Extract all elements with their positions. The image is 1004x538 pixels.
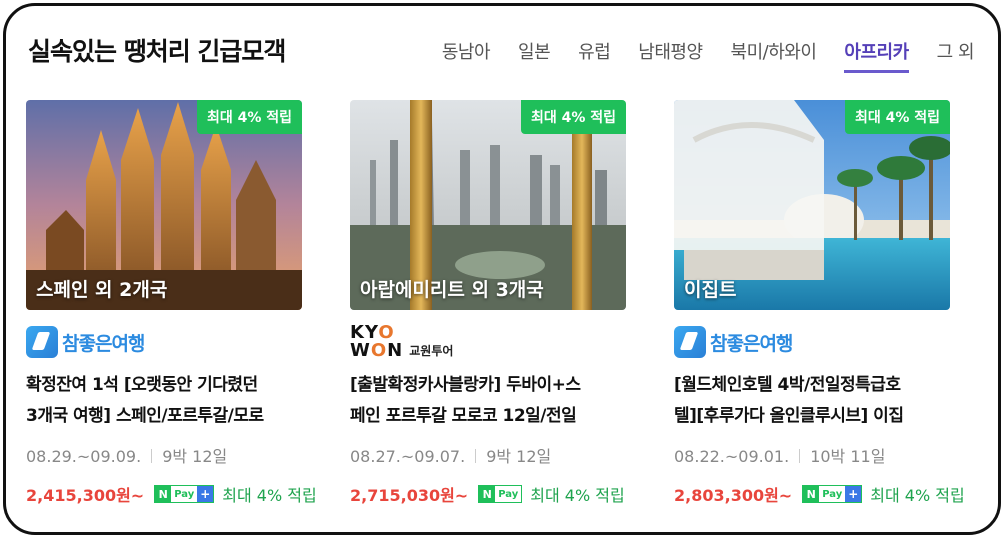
travel-dates: 08.22.~09.01. 10박 11일 <box>674 443 885 467</box>
vendor-logo: 참좋은여행 <box>26 322 145 362</box>
deal-card[interactable]: 최대 4% 적립 이집트 참좋은여행 [월드체인호텔 4박/전일정특급호 텔][… <box>674 100 965 520</box>
reward-badge: 최대 4% 적립 <box>520 100 626 134</box>
trip-duration: 10박 11일 <box>810 447 886 466</box>
deal-title[interactable]: [출발확정카사블랑카] 두바이+스 페인 포르투갈 모로코 12일/전일 <box>350 370 650 432</box>
deal-card[interactable]: 최대 4% 적립 아랍에미리트 외 3개국 KYO WON 교원투어 [출발확정… <box>350 100 626 520</box>
trip-duration: 9박 12일 <box>162 447 228 466</box>
date-range: 08.27.~09.07. <box>350 447 466 466</box>
pay-label: Pay <box>174 488 195 500</box>
naver-pay-badge: N Pay + <box>802 485 863 503</box>
pay-label: Pay <box>822 488 843 500</box>
pay-label: Pay <box>498 488 519 500</box>
price: 2,803,300원~ <box>674 486 793 505</box>
deal-title-line: [출발확정카사블랑카] 두바이+스 <box>350 375 581 395</box>
divider <box>475 449 477 463</box>
vendor-name: 참좋은여행 <box>62 332 145 355</box>
naver-pay-badge: N Pay + <box>154 485 215 503</box>
reward-badge: 최대 4% 적립 <box>196 100 302 134</box>
price-row: 2,803,300원~ N Pay + 최대 4% 적립 <box>674 482 965 506</box>
date-range: 08.22.~09.01. <box>674 447 790 466</box>
naver-n-icon: N <box>803 486 820 502</box>
tab-south-pacific[interactable]: 남태평양 <box>638 38 703 73</box>
vendor-name: 참좋은여행 <box>710 332 793 355</box>
travel-dates: 08.27.~09.07. 9박 12일 <box>350 443 551 467</box>
destination-label: 이집트 <box>684 279 737 301</box>
deals-panel: 실속있는 땡처리 긴급모객 동남아 일본 유럽 남태평양 북미/하와이 아프리카… <box>3 3 1001 535</box>
panel-title: 실속있는 땡처리 긴급모객 <box>28 37 286 66</box>
naver-n-icon: N <box>479 486 496 502</box>
region-tabs: 동남아 일본 유럽 남태평양 북미/하와이 아프리카 그 외 <box>414 38 975 73</box>
naver-pay-badge: N Pay + <box>478 485 523 503</box>
deal-title-line: 확정잔여 1석 [오랫동안 기다렸던 <box>26 375 258 395</box>
deal-title[interactable]: [월드체인호텔 4박/전일정특급호 텔][후루가다 올인클루시브] 이집 <box>674 370 974 432</box>
reward-text: 최대 4% 적립 <box>530 486 625 505</box>
naver-n-icon: N <box>155 486 172 502</box>
destination-label: 스페인 외 2개국 <box>36 279 168 301</box>
deal-thumbnail[interactable]: 최대 4% 적립 이집트 <box>674 100 950 310</box>
plus-icon: + <box>197 486 214 502</box>
trip-duration: 9박 12일 <box>486 447 552 466</box>
tab-southeast-asia[interactable]: 동남아 <box>442 38 491 73</box>
tab-other[interactable]: 그 외 <box>937 38 975 73</box>
deal-card[interactable]: 최대 4% 적립 스페인 외 2개국 참좋은여행 확정잔여 1석 [오랫동안 기… <box>26 100 317 520</box>
deal-title-line: [월드체인호텔 4박/전일정특급호 <box>674 375 901 395</box>
reward-badge: 최대 4% 적립 <box>844 100 950 134</box>
deal-thumbnail[interactable]: 최대 4% 적립 아랍에미리트 외 3개국 <box>350 100 626 310</box>
tab-north-america-hawaii[interactable]: 북미/하와이 <box>731 38 817 73</box>
travel-dates: 08.29.~09.09. 9박 12일 <box>26 443 227 467</box>
vendor-name: 교원투어 <box>409 343 454 358</box>
plus-icon: + <box>845 486 862 502</box>
reward-text: 최대 4% 적립 <box>222 486 317 505</box>
panel-header: 실속있는 땡처리 긴급모객 동남아 일본 유럽 남태평양 북미/하와이 아프리카… <box>28 32 975 73</box>
price: 2,715,030원~ <box>350 486 469 505</box>
kyowon-logo-bottom: WON <box>350 340 404 361</box>
date-range: 08.29.~09.09. <box>26 447 142 466</box>
price-row: 2,415,300원~ N Pay + 최대 4% 적립 <box>26 482 317 506</box>
reward-text: 최대 4% 적립 <box>870 486 965 505</box>
price-row: 2,715,030원~ N Pay + 최대 4% 적립 <box>350 482 625 506</box>
kyowon-logo-icon: KYO WON <box>350 324 403 360</box>
price: 2,415,300원~ <box>26 486 145 505</box>
chamjoeun-logo-icon <box>674 326 706 358</box>
tab-europe[interactable]: 유럽 <box>578 38 611 73</box>
deal-thumbnail[interactable]: 최대 4% 적립 스페인 외 2개국 <box>26 100 302 310</box>
tab-africa[interactable]: 아프리카 <box>844 38 909 73</box>
deal-title-line: 3개국 여행] 스페인/포르투갈/모로 <box>26 406 264 426</box>
destination-label: 아랍에미리트 외 3개국 <box>360 279 544 301</box>
divider <box>151 449 153 463</box>
vendor-logo: 참좋은여행 <box>674 322 793 362</box>
deal-title[interactable]: 확정잔여 1석 [오랫동안 기다렸던 3개국 여행] 스페인/포르투갈/모로 <box>26 370 326 432</box>
deal-title-line: 텔][후루가다 올인클루시브] 이집 <box>674 406 904 426</box>
tab-japan[interactable]: 일본 <box>518 38 551 73</box>
divider <box>799 449 801 463</box>
vendor-logo: KYO WON 교원투어 <box>350 322 453 362</box>
chamjoeun-logo-icon <box>26 326 58 358</box>
deal-title-line: 페인 포르투갈 모로코 12일/전일 <box>350 406 577 426</box>
deal-cards: 최대 4% 적립 스페인 외 2개국 참좋은여행 확정잔여 1석 [오랫동안 기… <box>26 100 986 520</box>
